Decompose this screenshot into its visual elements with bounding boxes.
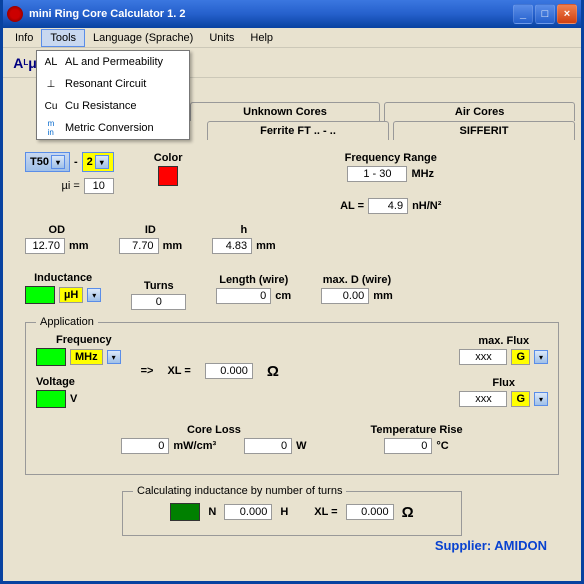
h-label: h (241, 224, 248, 236)
titlebar: mini Ring Core Calculator 1. 2 _ □ × (3, 0, 581, 28)
chevron-down-icon[interactable]: ▾ (87, 288, 101, 302)
core-size-select[interactable]: T50▾ (25, 152, 70, 172)
volt-unit: V (70, 393, 77, 405)
core-mix-select[interactable]: 2▾ (82, 152, 114, 172)
ohm-label: Ω (402, 504, 414, 521)
al-value: 4.9 (368, 198, 408, 214)
ohm-label: Ω (267, 363, 279, 380)
inductance-label: Inductance (34, 272, 92, 284)
tab-ferrite[interactable]: Ferrite FT .. - .. (207, 121, 389, 140)
menu-help[interactable]: Help (242, 30, 281, 46)
calc-xl-value: 0.000 (346, 504, 394, 520)
chevron-down-icon[interactable]: ▾ (534, 350, 548, 364)
window-title: mini Ring Core Calculator 1. 2 (29, 8, 513, 20)
color-label: Color (154, 152, 183, 164)
main-panel: T50▾ - 2▾ µi = 10 Color Frequency Range … (3, 140, 581, 559)
supplier-label: Supplier: AMIDON (25, 536, 559, 553)
menu-item-cu-resistance[interactable]: Cu Cu Resistance (37, 95, 189, 117)
dd-label: Metric Conversion (65, 122, 154, 134)
chevron-down-icon[interactable]: ▾ (534, 392, 548, 406)
coreloss-label: Core Loss (187, 424, 241, 436)
od-value: 12.70 (25, 238, 65, 254)
menu-units[interactable]: Units (201, 30, 242, 46)
flux-label: Flux (492, 377, 515, 389)
maxflux-unit-select[interactable]: G (511, 349, 530, 365)
menu-item-metric[interactable]: min Metric Conversion (37, 117, 189, 139)
menu-info[interactable]: Info (7, 30, 41, 46)
inductance-unit-select[interactable]: µH (59, 287, 83, 303)
maxflux-value: xxx (459, 349, 507, 365)
al-unit: nH/N² (412, 200, 441, 212)
maxflux-label: max. Flux (478, 335, 529, 347)
metric-icon: min (43, 120, 59, 136)
maximize-button[interactable]: □ (535, 4, 555, 24)
calc-h-value: 0.000 (224, 504, 272, 520)
tab-air-cores[interactable]: Air Cores (384, 102, 575, 121)
menu-tools[interactable]: Tools (41, 29, 85, 47)
menu-language[interactable]: Language (Sprache) (85, 30, 201, 46)
arrow-label: => (141, 365, 154, 377)
length-label: Length (wire) (219, 274, 288, 286)
app-freq-label: Frequency (56, 334, 112, 346)
turns-value: 0 (131, 294, 186, 310)
calc-group: Calculating inductance by number of turn… (122, 485, 462, 536)
mu-label: µi = (62, 180, 80, 192)
od-label: OD (49, 224, 66, 236)
chevron-down-icon: ▾ (51, 155, 65, 169)
flux-value: xxx (459, 391, 507, 407)
color-swatch (158, 166, 178, 186)
application-legend: Application (36, 316, 98, 328)
minimize-button[interactable]: _ (513, 4, 533, 24)
tab-unknown-cores[interactable]: Unknown Cores (190, 102, 381, 121)
inductance-input[interactable] (25, 286, 55, 304)
calc-n-input[interactable] (170, 503, 200, 521)
al-label: AL = (340, 200, 364, 212)
h-value: 4.83 (212, 238, 252, 254)
dd-label: Cu Resistance (65, 100, 137, 112)
length-value: 0 (216, 288, 271, 304)
app-freq-unit-select[interactable]: MHz (70, 349, 103, 365)
temp-label: Temperature Rise (371, 424, 463, 436)
dash-label: - (74, 156, 78, 168)
maxd-value: 0.00 (321, 288, 369, 304)
app-volt-label: Voltage (36, 376, 75, 388)
id-label: ID (145, 224, 156, 236)
dd-label: Resonant Circuit (65, 78, 146, 90)
resonant-icon: ⊥ (43, 76, 59, 92)
app-freq-input[interactable] (36, 348, 66, 366)
tools-dropdown: AL AL and Permeability ⊥ Resonant Circui… (36, 50, 190, 140)
tab-sifferit[interactable]: SIFFERIT (393, 121, 575, 140)
xl-label: XL = (167, 365, 190, 377)
freq-range-label: Frequency Range (345, 152, 437, 164)
coreloss1-value: 0 (121, 438, 169, 454)
id-value: 7.70 (119, 238, 159, 254)
maxd-label: max. D (wire) (323, 274, 391, 286)
freq-range-value: 1 - 30 (347, 166, 407, 182)
application-group: Application Frequency MHz ▾ Voltage V (25, 316, 559, 475)
temp-value: 0 (384, 438, 432, 454)
mu-value: 10 (84, 178, 114, 194)
cu-icon: Cu (43, 98, 59, 114)
chevron-down-icon[interactable]: ▾ (107, 350, 121, 364)
flux-unit-select[interactable]: G (511, 391, 530, 407)
chevron-down-icon: ▾ (95, 155, 109, 169)
dd-label: AL and Permeability (65, 56, 163, 68)
menu-item-resonant[interactable]: ⊥ Resonant Circuit (37, 73, 189, 95)
coreloss2-value: 0 (244, 438, 292, 454)
turns-label: Turns (144, 280, 174, 292)
calc-legend: Calculating inductance by number of turn… (133, 485, 346, 497)
app-icon (7, 6, 23, 22)
menubar: Info Tools Language (Sprache) Units Help (3, 28, 581, 48)
xl-value: 0.000 (205, 363, 253, 379)
close-button[interactable]: × (557, 4, 577, 24)
menu-item-al-permeability[interactable]: AL AL and Permeability (37, 51, 189, 73)
calc-xl-label: XL = (314, 506, 337, 518)
freq-range-unit: MHz (411, 168, 434, 180)
n-label: N (208, 506, 216, 518)
al-icon: AL (43, 54, 59, 70)
app-volt-input[interactable] (36, 390, 66, 408)
